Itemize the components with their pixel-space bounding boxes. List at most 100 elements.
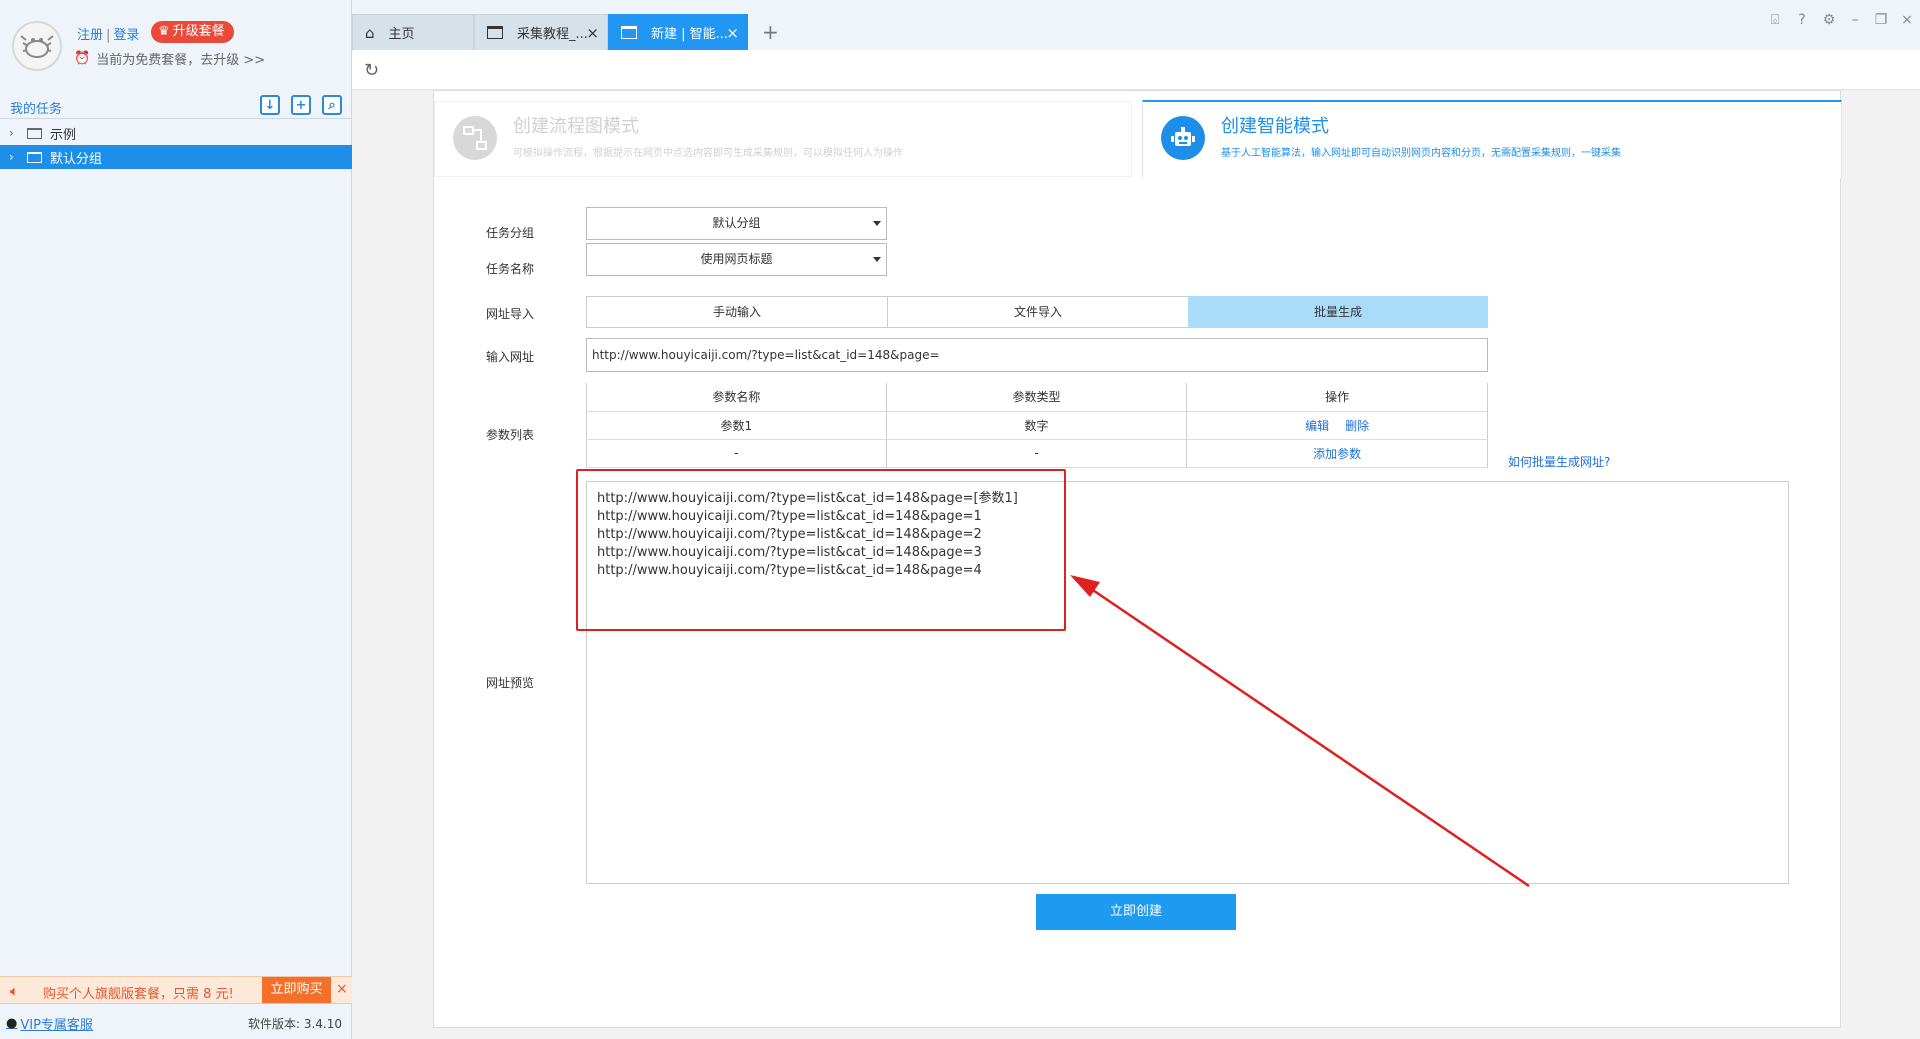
url-input[interactable] xyxy=(586,338,1488,372)
content-area: 创建流程图模式 可模拟操作流程，根据提示在网页中点选内容即可生成采集规则，可以模… xyxy=(352,90,1920,1039)
free-plan-text: 当前为免费套餐，去升级 >> xyxy=(96,53,266,68)
params-list-label: 参数列表 xyxy=(486,428,535,442)
speaker-icon: 🔈︎ xyxy=(10,982,20,1000)
close-window-icon[interactable]: × xyxy=(1898,12,1916,30)
flowchart-mode-title: 创建流程图模式 xyxy=(513,116,639,137)
operations-cell: 编辑 删除 xyxy=(1186,411,1488,440)
add-param-link[interactable]: 添加参数 xyxy=(1305,447,1369,461)
gift-icon[interactable]: ⌺ xyxy=(1766,12,1784,30)
folder-icon xyxy=(27,127,42,139)
upgrade-button[interactable]: ♛ 升级套餐 xyxy=(151,21,234,43)
vip-support-link[interactable]: ● VIP专属客服 xyxy=(6,1014,93,1033)
smart-mode-desc: 基于人工智能算法，输入网址即可自动识别网页内容和分页，无需配置采集规则，一键采集 xyxy=(1221,148,1621,159)
url-import-label: 网址导入 xyxy=(486,307,535,321)
task-name-label: 任务名称 xyxy=(486,262,535,276)
smart-mode-card[interactable]: 创建智能模式 基于人工智能算法，输入网址即可自动识别网页内容和分页，无需配置采集… xyxy=(1142,100,1842,178)
tree-item-default-group[interactable]: › 默认分组 xyxy=(0,145,352,169)
vip-support-label: VIP专属客服 xyxy=(20,1018,93,1033)
flowchart-mode-card[interactable]: 创建流程图模式 可模拟操作流程，根据提示在网页中点选内容即可生成采集规则，可以模… xyxy=(434,101,1132,177)
smart-mode-title: 创建智能模式 xyxy=(1221,116,1329,137)
upgrade-label: 升级套餐 xyxy=(172,24,225,39)
crab-logo-icon xyxy=(20,35,54,58)
new-task-icon[interactable]: + xyxy=(291,95,311,115)
restore-icon[interactable]: ❐ xyxy=(1872,12,1890,30)
alarm-clock-icon: ⏰ xyxy=(74,51,91,66)
crown-icon: ♛ xyxy=(158,24,170,39)
task-group-value: 默认分组 xyxy=(712,216,761,230)
gear-icon[interactable]: ⚙ xyxy=(1820,12,1838,30)
free-plan-tip[interactable]: ⏰ 当前为免费套餐，去升级 >> xyxy=(74,49,265,68)
flowchart-mode-desc: 可模拟操作流程，根据提示在网页中点选内容即可生成采集规则，可以模拟任何人为操作 xyxy=(513,148,903,159)
manual-input-option[interactable]: 手动输入 xyxy=(586,296,888,328)
promo-text: 购买个人旗舰版套餐，只需 8 元! xyxy=(43,987,234,1002)
tab-label: 新建 | 智能... xyxy=(651,27,729,42)
url-preview-list: http://www.houyicaiji.com/?type=list&cat… xyxy=(597,490,1018,580)
param-type-cell: 数字 xyxy=(885,411,1188,440)
user-panel: 注册 | 登录 ♛ 升级套餐 ⏰ 当前为免费套餐，去升级 >> xyxy=(0,0,352,90)
tab-bar: ⌂ 主页 采集教程_... × 新建 | 智能... × + ⌺ ? ⚙ – ❐… xyxy=(352,0,1920,50)
tree-item-label: 默认分组 xyxy=(50,151,103,167)
login-link[interactable]: 登录 xyxy=(113,28,139,43)
caret-down-icon xyxy=(873,221,881,226)
url-input-label: 输入网址 xyxy=(486,350,535,364)
task-group-select[interactable]: 默认分组 xyxy=(586,207,887,240)
preview-line: http://www.houyicaiji.com/?type=list&cat… xyxy=(597,527,982,542)
tab-label: 采集教程_... xyxy=(517,27,588,42)
create-now-button[interactable]: 立即创建 xyxy=(1036,894,1236,930)
toolbar: ↻ xyxy=(352,50,1920,90)
batch-generate-option[interactable]: 批量生成 xyxy=(1188,296,1488,328)
new-tab-button[interactable]: + xyxy=(762,20,779,44)
minimize-icon[interactable]: – xyxy=(1846,12,1864,30)
task-name-value: 使用网页标题 xyxy=(700,252,773,266)
preview-line: http://www.houyicaiji.com/?type=list&cat… xyxy=(597,563,982,578)
my-tasks-title: 我的任务 xyxy=(10,102,63,117)
register-link[interactable]: 注册 xyxy=(77,28,103,43)
task-name-select[interactable]: 使用网页标题 xyxy=(586,243,887,276)
param-type-cell: - xyxy=(885,439,1188,468)
sidebar-footer: ● VIP专属客服 软件版本: 3.4.10 xyxy=(0,1008,352,1036)
delete-param-link[interactable]: 删除 xyxy=(1337,419,1377,433)
separator: | xyxy=(106,28,111,43)
table-row: - - 添加参数 xyxy=(586,439,1488,468)
help-icon[interactable]: ? xyxy=(1793,12,1811,30)
tree-item-label: 示例 xyxy=(50,127,77,143)
home-icon: ⌂ xyxy=(365,23,375,42)
my-tasks-header: 我的任务 ↓ + ⌕ xyxy=(0,93,352,119)
close-icon[interactable]: × xyxy=(726,24,739,42)
flowchart-icon xyxy=(453,116,497,160)
promo-banner: 🔈︎ 购买个人旗舰版套餐，只需 8 元! 立即购买 × xyxy=(0,976,352,1004)
url-preview-box[interactable]: http://www.houyicaiji.com/?type=list&cat… xyxy=(586,481,1789,884)
window-icon xyxy=(621,26,637,39)
chevron-right-icon: › xyxy=(9,150,14,164)
robot-icon xyxy=(1161,116,1205,160)
file-import-option[interactable]: 文件导入 xyxy=(887,296,1189,328)
batch-url-help-link[interactable]: 如何批量生成网址? xyxy=(1508,453,1610,470)
header-operations: 操作 xyxy=(1186,383,1488,412)
header-param-type: 参数类型 xyxy=(885,383,1188,412)
edit-param-link[interactable]: 编辑 xyxy=(1297,419,1337,433)
close-icon[interactable]: × xyxy=(586,24,599,42)
preview-line: http://www.houyicaiji.com/?type=list&cat… xyxy=(597,491,1018,506)
task-group-label: 任务分组 xyxy=(486,226,535,240)
tree-item-example[interactable]: › 示例 xyxy=(0,121,352,145)
create-task-panel: 创建流程图模式 可模拟操作流程，根据提示在网页中点选内容即可生成采集规则，可以模… xyxy=(433,90,1842,1028)
params-table: 参数名称 参数类型 操作 参数1 数字 编辑 删除 - - 添加参数 xyxy=(586,383,1488,468)
tab-home[interactable]: ⌂ 主页 xyxy=(352,14,474,50)
search-task-icon[interactable]: ⌕ xyxy=(322,95,342,115)
table-header-row: 参数名称 参数类型 操作 xyxy=(586,383,1488,412)
avatar[interactable] xyxy=(12,21,62,71)
param-name-cell: - xyxy=(586,439,887,468)
close-icon[interactable]: × xyxy=(336,981,348,997)
software-version: 软件版本: 3.4.10 xyxy=(247,1017,342,1031)
tab-new-smart[interactable]: 新建 | 智能... × xyxy=(608,14,748,50)
import-task-icon[interactable]: ↓ xyxy=(260,95,280,115)
refresh-icon[interactable]: ↻ xyxy=(364,60,384,81)
preview-line: http://www.houyicaiji.com/?type=list&cat… xyxy=(597,509,982,524)
table-row: 参数1 数字 编辑 删除 xyxy=(586,411,1488,440)
folder-icon xyxy=(27,151,42,163)
sidebar: 注册 | 登录 ♛ 升级套餐 ⏰ 当前为免费套餐，去升级 >> 我的任务 ↓ + ⌕… xyxy=(0,0,352,1039)
url-preview-label: 网址预览 xyxy=(486,676,535,690)
tab-tutorial[interactable]: 采集教程_... × xyxy=(474,14,608,50)
window-icon xyxy=(487,26,503,39)
buy-now-button[interactable]: 立即购买 xyxy=(262,977,331,1003)
